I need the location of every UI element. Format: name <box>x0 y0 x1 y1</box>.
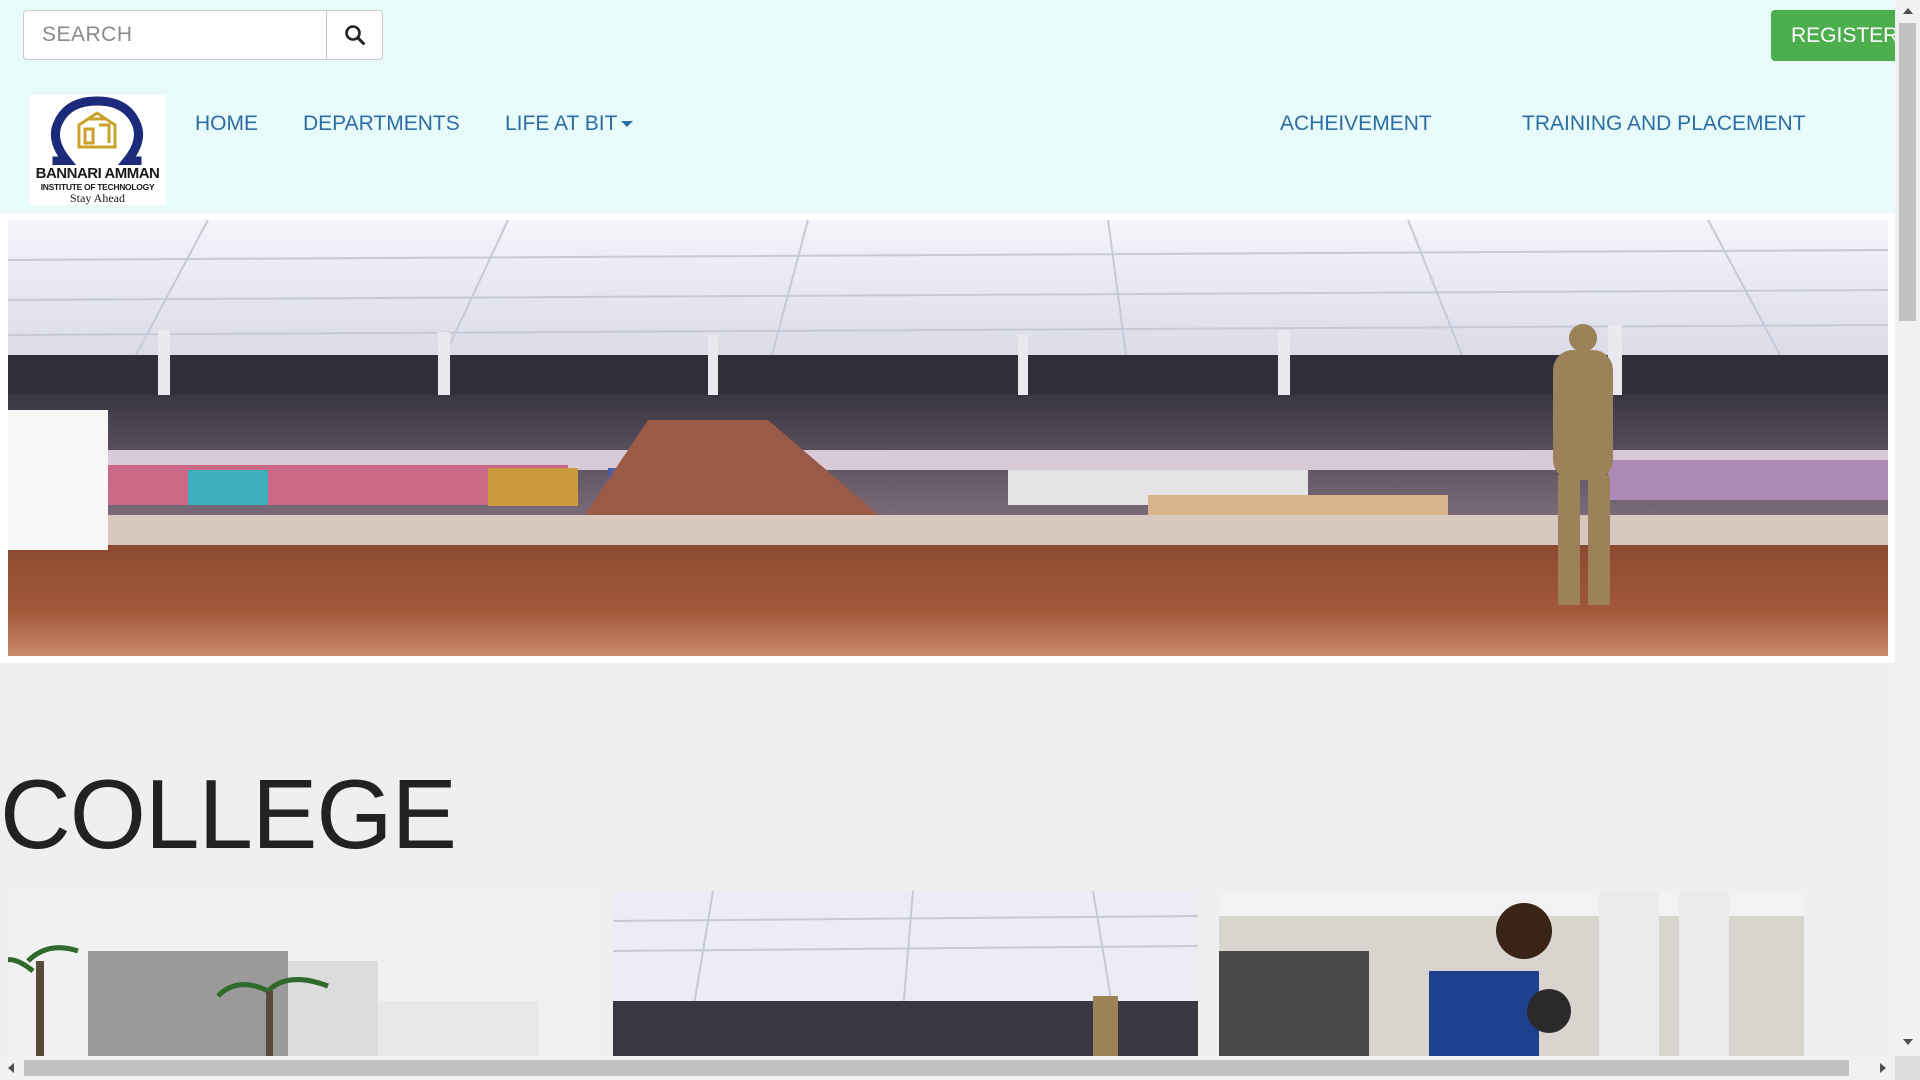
vertical-scrollbar[interactable] <box>1895 0 1920 1057</box>
search-input[interactable] <box>23 10 326 60</box>
card-auditorium-image[interactable] <box>613 891 1198 1056</box>
horizontal-scrollbar[interactable] <box>0 1056 1895 1080</box>
scroll-left-arrow-icon[interactable] <box>8 1063 14 1073</box>
scroll-down-arrow-icon[interactable] <box>1903 1039 1913 1045</box>
card-gym-image[interactable] <box>1219 891 1804 1056</box>
vertical-scroll-thumb[interactable] <box>1899 23 1916 321</box>
nav-achievement[interactable]: ACHEIVEMENT <box>1280 112 1432 136</box>
scroll-up-arrow-icon[interactable] <box>1903 8 1913 14</box>
nav-life-at-bit-label: LIFE AT BIT <box>505 112 618 135</box>
search-bar <box>23 10 383 60</box>
scrollbar-corner <box>1895 1056 1920 1080</box>
logo-name: BANNARI AMMAN <box>35 165 160 182</box>
nav-training-placement[interactable]: TRAINING AND PLACEMENT <box>1522 112 1806 136</box>
logo-emblem <box>50 96 144 165</box>
search-button[interactable] <box>326 10 383 60</box>
nav-departments[interactable]: DEPARTMENTS <box>303 112 460 136</box>
register-button[interactable]: REGISTER <box>1771 10 1895 61</box>
search-icon <box>344 25 365 45</box>
scroll-right-arrow-icon[interactable] <box>1880 1063 1886 1073</box>
section-title: COLLEGE <box>0 759 457 869</box>
college-logo[interactable]: BANNARI AMMAN INSTITUTE OF TECHNOLOGY St… <box>29 95 166 205</box>
logo-tagline: Stay Ahead <box>70 191 125 205</box>
nav-home[interactable]: HOME <box>195 112 258 136</box>
hero-banner-image <box>8 220 1888 656</box>
site-header: REGISTER BANNARI AMMAN INSTITUTE OF TECH… <box>0 0 1895 213</box>
nav-life-at-bit[interactable]: LIFE AT BIT <box>505 112 634 136</box>
horizontal-scroll-thumb[interactable] <box>24 1060 1849 1076</box>
card-campus-image[interactable] <box>8 891 593 1056</box>
caret-down-icon <box>621 121 634 128</box>
